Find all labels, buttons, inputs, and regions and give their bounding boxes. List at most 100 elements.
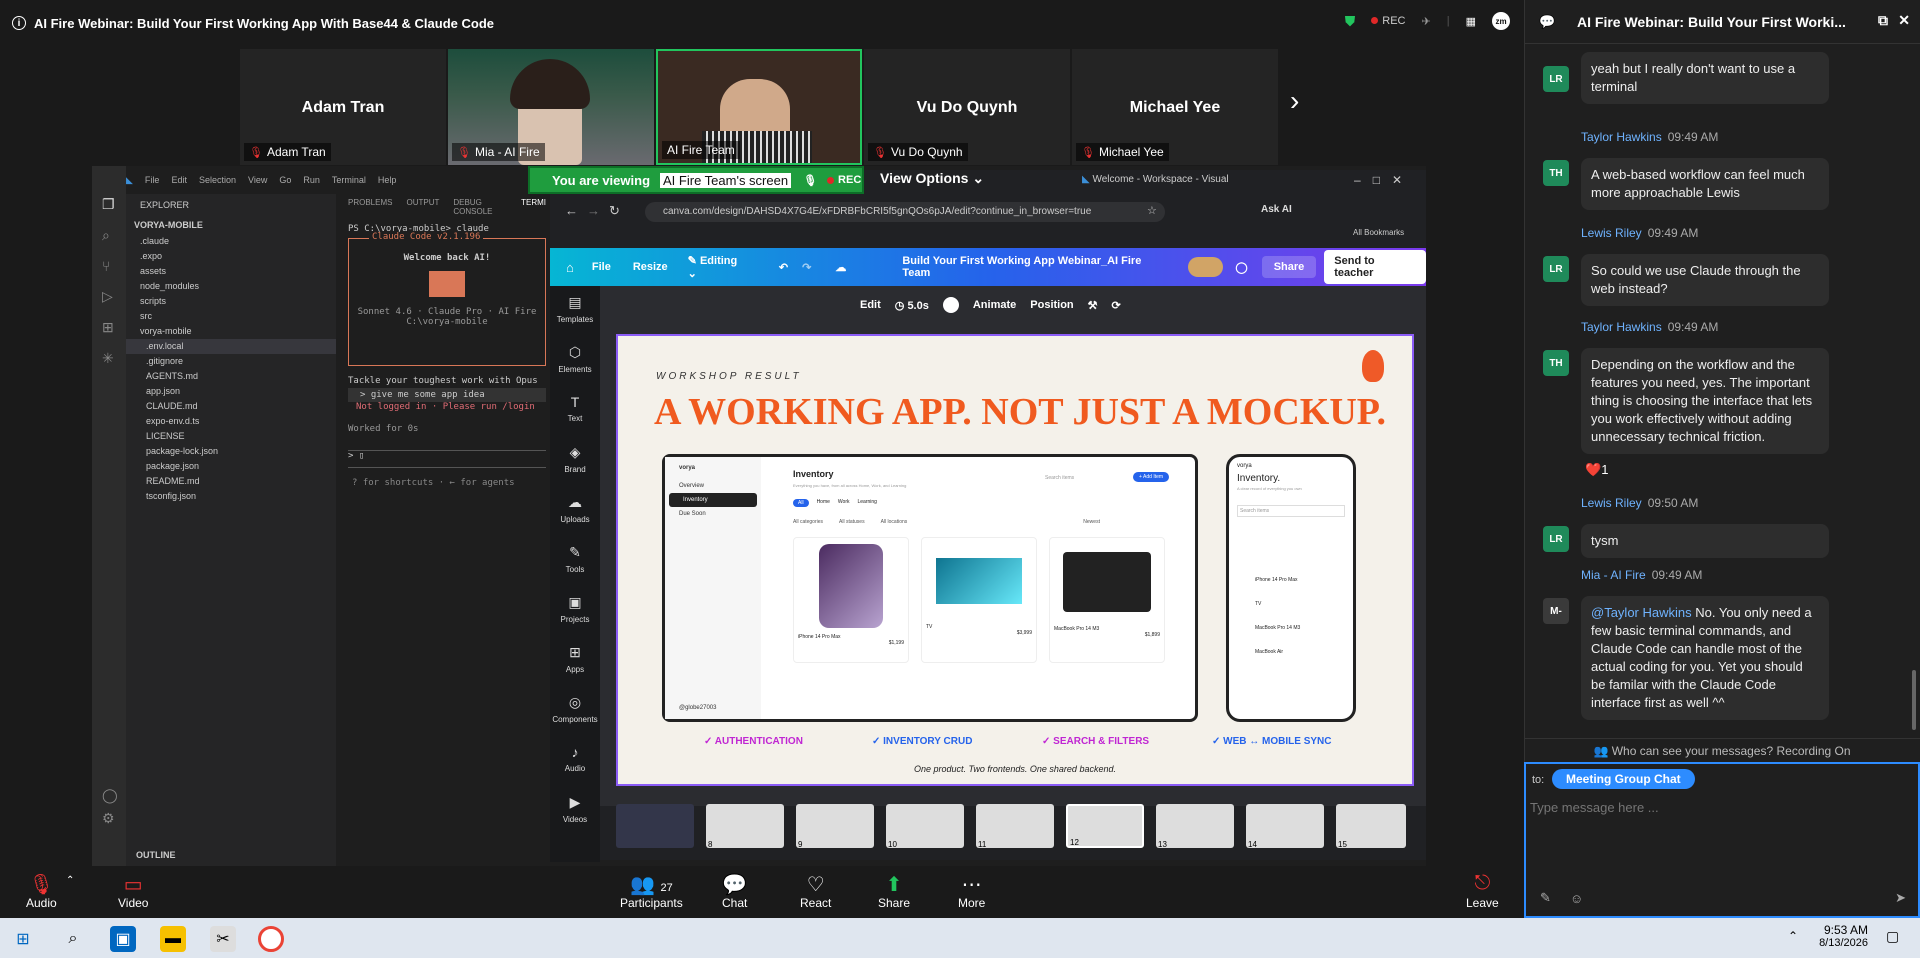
react-button[interactable]: ♡ React — [800, 872, 831, 910]
menu-file[interactable]: File — [145, 175, 160, 185]
chat-message[interactable]: Depending on the workflow and the featur… — [1581, 348, 1829, 454]
file-tree-item[interactable]: README.md — [126, 474, 336, 489]
chat-message[interactable]: tysm — [1581, 524, 1829, 558]
mention[interactable]: @Taylor Hawkins — [1591, 605, 1692, 620]
file-tree-item[interactable]: node_modules — [126, 279, 336, 294]
back-icon[interactable]: ← — [565, 203, 578, 218]
participant-tile[interactable]: Michael Yee 🎙 Michael Yee — [1072, 49, 1278, 165]
chat-scrollbar[interactable] — [1912, 670, 1916, 730]
file-tree-item[interactable]: tsconfig.json — [126, 489, 336, 504]
address-bar[interactable]: canva.com/design/DAHSD4X7G4E/xFDRBFbCRI5… — [645, 202, 1165, 222]
participant-tile[interactable]: Adam Tran 🎙 Adam Tran — [240, 49, 446, 165]
page-thumbnail[interactable] — [616, 804, 694, 848]
resize-button[interactable]: Resize — [633, 261, 668, 273]
menu-edit[interactable]: Edit — [171, 175, 187, 185]
share-button[interactable]: Share — [1261, 256, 1317, 278]
position-button[interactable]: Position — [1030, 299, 1073, 311]
forward-icon[interactable]: → — [587, 203, 600, 218]
chat-message[interactable]: So could we use Claude through the web i… — [1581, 254, 1829, 306]
sender-avatar[interactable]: M- — [1543, 598, 1569, 624]
refresh-icon[interactable]: ⟳ — [1112, 299, 1121, 312]
participant-tile[interactable]: 🎙 Mia - AI Fire — [448, 49, 654, 165]
participant-tile[interactable]: Vu Do Quynh 🎙 Vu Do Quynh — [864, 49, 1070, 165]
sender-avatar[interactable]: LR — [1543, 256, 1569, 282]
home-icon[interactable]: ⌂ — [566, 260, 574, 275]
duration-button[interactable]: ◷ 5.0s — [895, 299, 929, 312]
design-title[interactable]: Build Your First Working App Webinar_AI … — [902, 255, 1169, 279]
color-swatch[interactable] — [942, 297, 959, 313]
run-debug-icon[interactable]: ▷ — [102, 288, 126, 305]
canva-sidebar-templates[interactable]: ▤ Templates — [550, 286, 600, 336]
canva-sidebar-elements[interactable]: ⬡ Elements — [550, 336, 600, 386]
send-to-teacher-button[interactable]: Send to teacher — [1324, 250, 1426, 284]
reload-icon[interactable]: ↻ — [609, 203, 620, 219]
sender-avatar[interactable]: TH — [1543, 350, 1569, 376]
project-folder[interactable]: VORYA-MOBILE — [126, 216, 336, 234]
recipient-selector[interactable]: Meeting Group Chat — [1552, 769, 1695, 789]
share-screen-button[interactable]: ⬆ Share — [878, 872, 910, 910]
audio-options-icon[interactable]: ⌃ — [66, 872, 74, 886]
ask-ai-button[interactable]: Ask AI — [1261, 204, 1292, 215]
chat-message[interactable]: yeah but I really don't want to use a te… — [1581, 52, 1829, 104]
prompt-input-box[interactable]: > ▯ — [348, 450, 546, 468]
account-icon[interactable]: ◯ — [102, 787, 126, 804]
outline-section[interactable]: OUTLINE — [136, 850, 176, 860]
chat-message-input[interactable] — [1530, 800, 1890, 815]
menu-run[interactable]: Run — [303, 175, 320, 185]
editing-mode-button[interactable]: ✎ Editing ⌄ — [688, 254, 749, 280]
participants-button[interactable]: 👥 27 Participants — [620, 872, 683, 910]
canva-sidebar-videos[interactable]: ▶ Videos — [550, 786, 600, 836]
file-tree-item[interactable]: app.json — [126, 384, 336, 399]
source-control-icon[interactable]: ⑂ — [102, 258, 126, 274]
snipping-tool-icon[interactable]: ✂ — [210, 926, 236, 952]
close-chat-icon[interactable]: ✕ — [1898, 12, 1910, 29]
reaction-badge[interactable]: ❤️1 — [1585, 462, 1608, 478]
file-tree-item[interactable]: .gitignore — [126, 354, 336, 369]
leave-button[interactable]: ⎋ Leave — [1466, 872, 1499, 910]
privacy-notice[interactable]: 👥 Who can see your messages? Recording O… — [1524, 738, 1920, 762]
file-tree-item[interactable]: vorya-mobile — [126, 324, 336, 339]
animate-button[interactable]: Animate — [973, 299, 1016, 311]
pin-icon[interactable]: ✈ — [1422, 15, 1431, 28]
file-tree-item[interactable]: .expo — [126, 249, 336, 264]
video-button[interactable]: ▭ Video — [118, 872, 148, 910]
page-thumbnail[interactable]: 10 — [886, 804, 964, 849]
cloud-save-icon[interactable]: ☁ — [835, 261, 846, 274]
file-tree-item[interactable]: assets — [126, 264, 336, 279]
chat-message[interactable]: A web-based workflow can feel much more … — [1581, 158, 1829, 210]
collaborator-avatars[interactable] — [1187, 257, 1224, 277]
canva-sidebar-components[interactable]: ◎ Components — [550, 686, 600, 736]
comment-icon[interactable]: ◯ — [1235, 261, 1247, 274]
claude-icon[interactable]: ✳ — [102, 350, 126, 367]
page-thumbnail[interactable]: 13 — [1156, 804, 1234, 849]
browser-tab[interactable]: ◣ Welcome - Workspace - Visual — [1082, 174, 1229, 185]
next-page-icon[interactable]: › — [1290, 85, 1299, 117]
menu-selection[interactable]: Selection — [199, 175, 236, 185]
gallery-view-icon[interactable]: ▦ — [1466, 15, 1476, 28]
format-icon[interactable]: ✎ — [1540, 890, 1551, 906]
more-button[interactable]: ⋯ More — [958, 872, 985, 910]
chat-message[interactable]: @Taylor Hawkins No. You only need a few … — [1581, 596, 1829, 720]
extensions-icon[interactable]: ⊞ — [102, 319, 126, 336]
audio-button[interactable]: 🎙 Audio — [26, 872, 57, 910]
sender-avatar[interactable]: LR — [1543, 526, 1569, 552]
canva-sidebar-uploads[interactable]: ☁ Uploads — [550, 486, 600, 536]
file-tree-item[interactable]: package.json — [126, 459, 336, 474]
minimize-icon[interactable]: – — [1354, 173, 1373, 187]
redo-icon[interactable]: ↷ — [802, 261, 811, 274]
view-options-button[interactable]: View Options ⌄ — [880, 170, 984, 187]
send-icon[interactable]: ➤ — [1895, 890, 1906, 906]
menu-go[interactable]: Go — [279, 175, 291, 185]
sender-avatar[interactable]: LR — [1543, 66, 1569, 92]
edit-button[interactable]: Edit — [860, 299, 881, 311]
explorer-icon[interactable]: ❐ — [102, 196, 126, 213]
menu-view[interactable]: View — [248, 175, 267, 185]
notification-icon[interactable]: ▢ — [1886, 928, 1899, 945]
file-tree-item[interactable]: .env.local — [126, 339, 336, 354]
file-menu[interactable]: File — [592, 261, 611, 273]
canva-sidebar-projects[interactable]: ▣ Projects — [550, 586, 600, 636]
search-icon[interactable]: ⌕ — [102, 227, 126, 244]
chrome-icon[interactable] — [258, 926, 284, 952]
bookmarks-label[interactable]: All Bookmarks — [1353, 228, 1404, 237]
presentation-slide[interactable]: WORKSHOP RESULT A WORKING APP. NOT JUST … — [616, 334, 1414, 786]
